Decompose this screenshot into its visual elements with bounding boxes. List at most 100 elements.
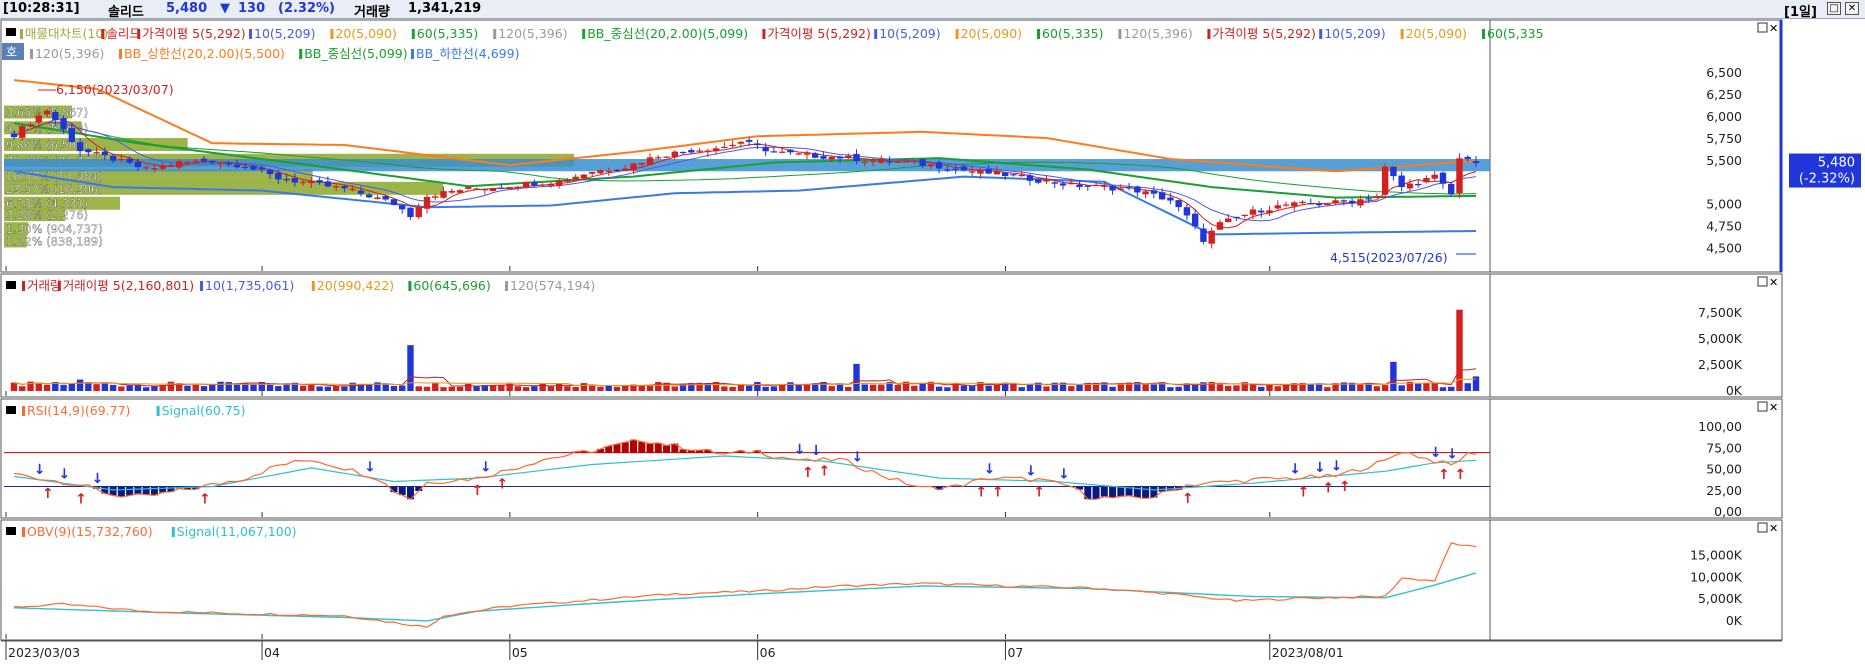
volume-bar	[316, 386, 323, 391]
candle-body	[985, 168, 992, 174]
candle-body	[1381, 166, 1389, 195]
volume-legend-swatch	[57, 281, 61, 291]
price-legend-label: 60(5,335	[1487, 26, 1544, 41]
volume-bar	[266, 384, 274, 391]
candle-body	[423, 196, 431, 209]
candle-body	[1068, 183, 1075, 185]
volume-bar	[1381, 385, 1389, 391]
buy-signal-arrow-icon: ↑	[1033, 485, 1045, 501]
price-y-tick: 4,750	[1706, 219, 1742, 234]
x-tick-label: 04	[264, 645, 280, 660]
volume-bar	[869, 384, 877, 391]
rsi-y-tick: 0,00	[1714, 504, 1742, 519]
candle-body	[151, 168, 158, 170]
candle-body	[60, 118, 67, 130]
volume-bar	[1448, 386, 1455, 391]
candle-body	[1125, 187, 1133, 189]
volume-bar	[399, 385, 406, 391]
candle-body	[993, 171, 1001, 175]
volume-bar	[522, 387, 530, 391]
volume-y-tick: 5,000K	[1698, 331, 1743, 346]
candle-body	[886, 161, 893, 163]
candle-body	[489, 188, 497, 192]
candle-body	[1274, 205, 1281, 209]
volume-bar	[85, 382, 92, 391]
rsi-y-tick: 25,00	[1706, 483, 1742, 498]
price-legend-swatch	[1118, 29, 1122, 39]
candle-body	[250, 165, 257, 170]
price-legend-2-swatch	[30, 49, 33, 59]
candle-body	[597, 170, 604, 174]
price-y-tick: 5,000	[1706, 197, 1742, 212]
price-y-tick: 5,750	[1706, 131, 1742, 146]
candle-body	[836, 156, 844, 159]
price-legend-2-swatch	[299, 49, 303, 59]
volume-bar	[564, 386, 571, 391]
volume-bar	[1026, 384, 1034, 391]
price-legend-2-label: 120(5,396)	[35, 46, 104, 61]
price-legend-label: 매물대차트(10)	[25, 26, 108, 41]
candle-body	[919, 159, 926, 166]
volume-bar	[76, 379, 84, 391]
candle-body	[19, 126, 26, 138]
volume-legend-label: 120(574,194)	[510, 278, 595, 293]
rsi-y-tick: 50,00	[1706, 462, 1742, 477]
buy-signal-arrow-icon: ↑	[1339, 479, 1351, 495]
volume-bar	[993, 384, 1001, 391]
candle-body	[853, 153, 860, 162]
volume-bar	[1307, 384, 1315, 391]
volume-bar	[1216, 384, 1224, 391]
candle-body	[812, 153, 819, 158]
candle-body	[1200, 228, 1207, 242]
candle-body	[1001, 172, 1009, 177]
volume-bar	[1167, 387, 1174, 391]
x-tick-label: 07	[1007, 645, 1023, 660]
rsi-legend-label: RSI(14,9)(69.77)	[27, 403, 130, 418]
candle-body	[465, 187, 472, 189]
volume-bar	[968, 386, 976, 391]
rsi-legend-swatch	[156, 406, 160, 416]
price-legend-swatch	[955, 29, 959, 39]
panel-close-icon: ✕	[1769, 522, 1778, 535]
candle-body	[76, 142, 84, 152]
volume-bar	[299, 385, 307, 391]
candle-body	[85, 149, 92, 153]
candle-body	[1084, 185, 1091, 187]
price-legend-swatch	[249, 29, 252, 39]
volume-bar	[985, 385, 992, 391]
panel-menu-icon	[6, 527, 16, 535]
candle-body	[283, 179, 290, 181]
candle-body	[1282, 204, 1290, 206]
panel-frames: ✕ ✕ ✕ ✕	[0, 19, 1783, 641]
candle-body	[704, 150, 712, 153]
candle-body	[43, 110, 51, 115]
candle-body	[167, 165, 175, 167]
candle-body	[118, 159, 125, 161]
candle-body	[754, 143, 761, 146]
volume-bar	[1043, 386, 1050, 391]
candle-body	[175, 161, 183, 168]
panel-restore-icon	[1757, 522, 1768, 533]
candle-body	[407, 207, 414, 218]
volume-bar	[60, 384, 67, 391]
candle-body	[1348, 200, 1356, 204]
candle-body	[440, 191, 447, 198]
candle-body	[944, 169, 951, 171]
high-price-label: 6,150(2023/03/07)	[56, 82, 174, 97]
candle-body	[778, 151, 786, 153]
candle-body	[1225, 218, 1232, 223]
volume-bar	[638, 385, 645, 391]
price-legend-label: 120(5,396)	[1123, 26, 1192, 41]
candle-body	[646, 157, 654, 165]
candle-body	[382, 196, 389, 200]
candle-body	[968, 171, 976, 173]
price-legend-swatch	[411, 29, 415, 39]
candle-body	[481, 189, 489, 191]
candle-body	[308, 181, 315, 184]
candle-body	[787, 149, 794, 153]
volume-bar	[1191, 384, 1199, 391]
candle-body	[357, 190, 365, 194]
buy-signal-arrow-icon: ↑	[975, 485, 987, 501]
volume-bar	[960, 385, 968, 391]
panel-restore-icon	[1757, 276, 1768, 287]
